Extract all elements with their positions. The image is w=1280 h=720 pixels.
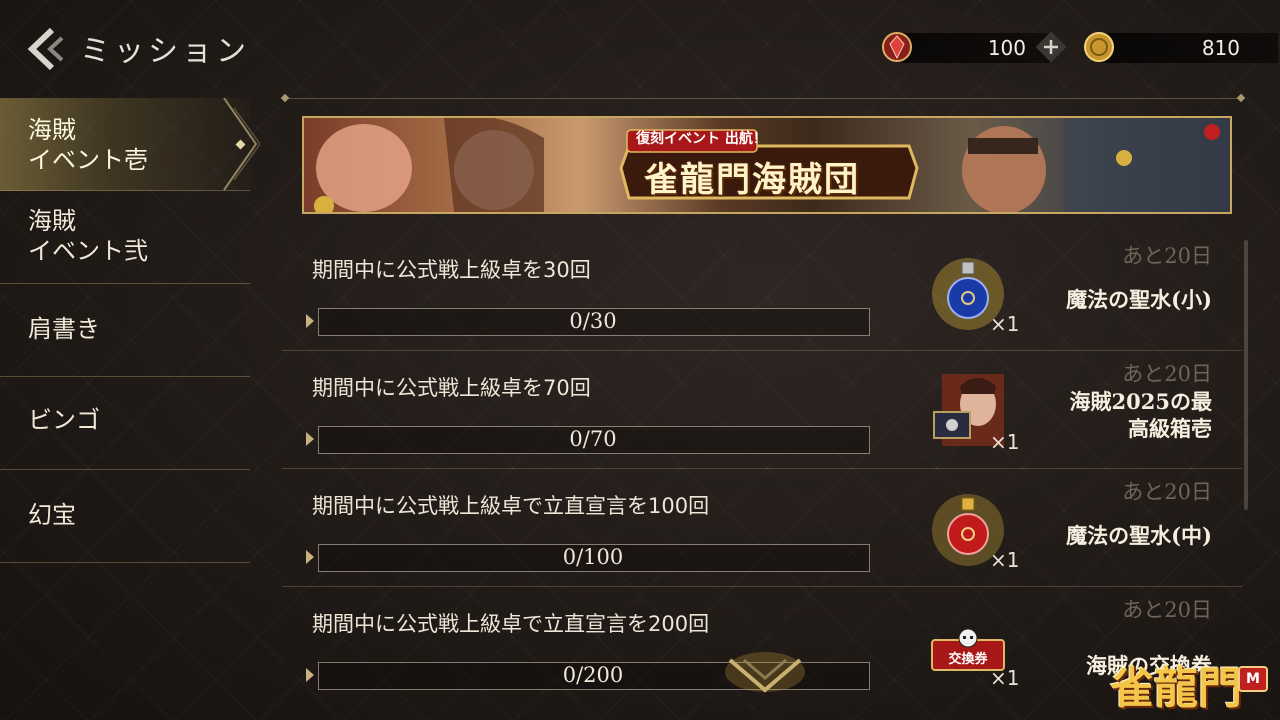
scroll-down-button[interactable]	[722, 650, 808, 700]
reward-quantity: ×1	[990, 548, 1020, 572]
event-banner[interactable]: 復刻イベント 出航！ 雀龍門海賊団	[302, 116, 1232, 214]
reward-quantity: ×1	[990, 666, 1020, 690]
sidebar-item-pirate-event-1[interactable]: 海賊 イベント壱	[0, 98, 260, 191]
sidebar-item-pirate-event-2[interactable]: 海賊 イベント弐	[0, 191, 250, 284]
content-divider	[282, 98, 1244, 99]
ticket-label: 交換券	[948, 652, 988, 667]
gold-coin-icon	[1084, 32, 1114, 62]
bar-cap-icon	[306, 314, 314, 328]
reward-name: 魔法の聖水(中)	[1066, 523, 1212, 548]
page-title: ミッション	[80, 34, 250, 69]
bar-cap-icon	[306, 550, 314, 564]
logo-badge: M	[1238, 666, 1268, 692]
bar-cap-icon	[306, 668, 314, 682]
back-button[interactable]	[22, 26, 72, 72]
mission-row: 期間中に公式戦上級卓で立直宣言を100回 0/100 あと20日 ×1 魔法の聖…	[282, 468, 1242, 587]
sidebar-item-titles[interactable]: 肩書き	[0, 284, 250, 377]
scrollbar[interactable]	[1244, 240, 1248, 510]
reward-name: 魔法の聖水(小)	[1066, 287, 1212, 312]
progress-text: 0/30	[569, 309, 617, 333]
sidebar-item-treasure[interactable]: 幻宝	[0, 470, 250, 563]
sidebar-item-label: 海賊 イベント壱	[28, 116, 148, 174]
deadline-text: あと20日	[1122, 244, 1212, 268]
deadline-text: あと20日	[1122, 362, 1212, 386]
progress-text: 0/100	[562, 545, 624, 569]
sidebar: 海賊 イベント壱 海賊 イベント弐 肩書き ビンゴ 幻宝	[0, 98, 260, 563]
reward-quantity: ×1	[990, 430, 1020, 454]
mission-title: 期間中に公式戦上級卓を30回	[312, 258, 591, 282]
banner-title: 雀龍門海賊団	[644, 160, 860, 200]
mission-row: 期間中に公式戦上級卓を70回 0/70 あと20日 ×1 海賊2025の最 高級…	[282, 350, 1242, 469]
red-jewel-icon	[882, 32, 912, 62]
add-jewel-button[interactable]	[1035, 31, 1067, 63]
deadline-text: あと20日	[1122, 480, 1212, 504]
sidebar-item-label: 幻宝	[28, 501, 76, 529]
progress-text: 0/70	[569, 427, 617, 451]
sidebar-item-label: 海賊 イベント弐	[28, 207, 148, 265]
mission-row: 期間中に公式戦上級卓を30回 0/30 あと20日 ×1 魔法の聖水(小)	[282, 232, 1242, 351]
sidebar-item-bingo[interactable]: ビンゴ	[0, 377, 250, 470]
sidebar-item-label: ビンゴ	[28, 406, 100, 434]
chevron-down-icon	[725, 652, 805, 693]
mission-title: 期間中に公式戦上級卓で立直宣言を100回	[312, 494, 710, 518]
sidebar-item-label: 肩書き	[28, 315, 100, 343]
game-logo: 雀龍門 M	[1106, 648, 1274, 718]
bar-cap-icon	[306, 432, 314, 446]
deadline-text: あと20日	[1122, 598, 1212, 622]
jewel-amount: 100	[987, 36, 1026, 60]
plus-icon	[1035, 31, 1067, 63]
banner-subtitle: 復刻イベント 出航！	[636, 131, 767, 147]
logo-text: 雀龍門	[1110, 663, 1242, 714]
coin-amount: 810	[1201, 36, 1240, 60]
back-arrow-icon	[27, 27, 64, 71]
mission-title: 期間中に公式戦上級卓を70回	[312, 376, 591, 400]
reward-name: 海賊2025の最 高級箱壱	[1069, 389, 1212, 441]
mission-title: 期間中に公式戦上級卓で立直宣言を200回	[312, 612, 710, 636]
reward-quantity: ×1	[990, 312, 1020, 336]
